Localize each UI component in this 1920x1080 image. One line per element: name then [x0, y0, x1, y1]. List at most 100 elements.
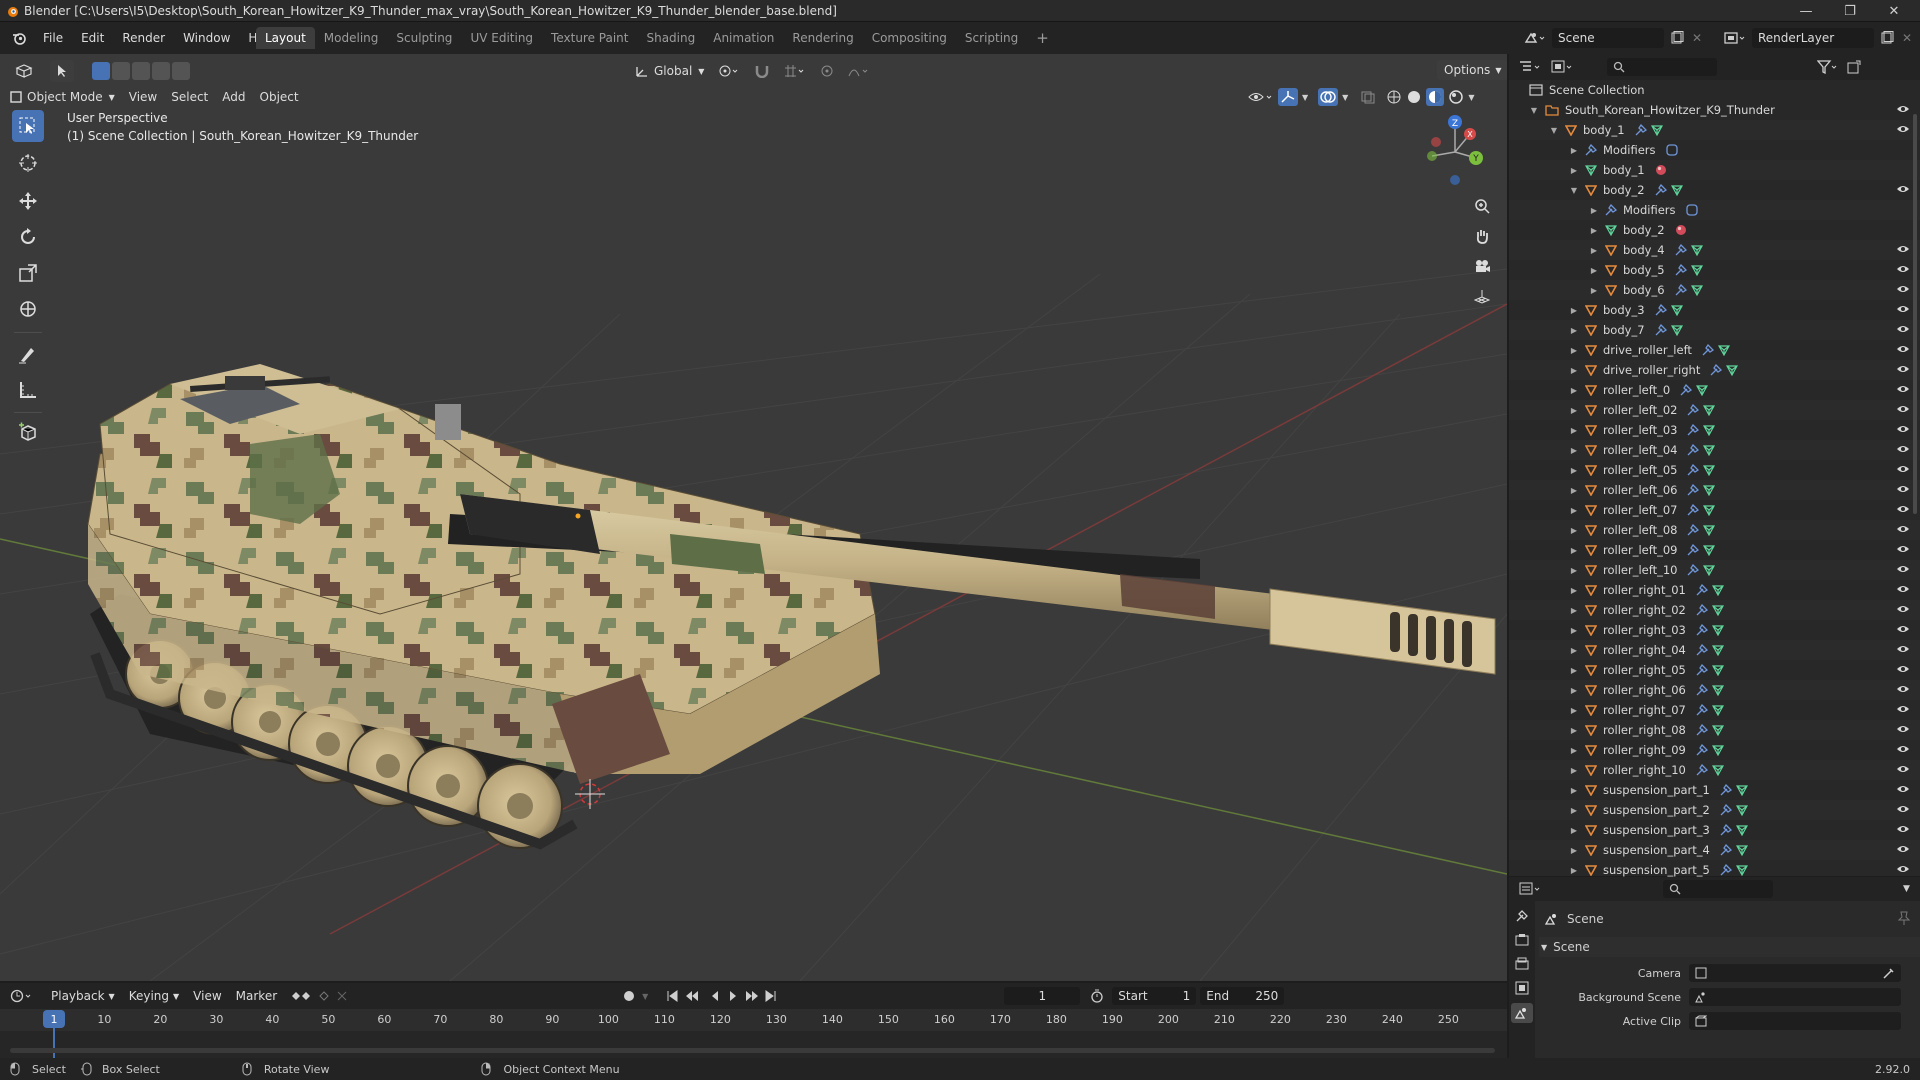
expand-right-icon[interactable]: ▶ — [1569, 326, 1579, 335]
visibility-eye-icon[interactable] — [1896, 383, 1910, 395]
modifier-type-icon[interactable] — [1665, 144, 1678, 156]
eyedropper-icon[interactable] — [1883, 967, 1895, 979]
outliner-search-input[interactable] — [1607, 58, 1717, 76]
selection-mode-group[interactable] — [92, 62, 190, 80]
mesh-data-icon[interactable] — [1703, 524, 1716, 536]
modifier-wrench-icon[interactable] — [1720, 804, 1732, 816]
modifier-wrench-icon[interactable] — [1696, 764, 1708, 776]
playhead-line[interactable] — [53, 1028, 55, 1058]
tab-uv-editing[interactable]: UV Editing — [461, 27, 542, 49]
expand-right-icon[interactable]: ▶ — [1569, 386, 1579, 395]
mesh-data-icon[interactable] — [1670, 184, 1683, 196]
outliner-row[interactable]: ▶ roller_right_07 — [1509, 700, 1920, 720]
delete-scene-icon[interactable]: ✕ — [1692, 31, 1702, 45]
mesh-data-icon[interactable] — [1703, 484, 1716, 496]
modifier-wrench-icon[interactable] — [1696, 644, 1708, 656]
new-selection-icon[interactable] — [92, 62, 110, 80]
output-tab-icon[interactable] — [1515, 957, 1535, 971]
modifier-wrench-icon[interactable] — [1687, 504, 1700, 516]
outliner-row[interactable]: ▶ body_3 — [1509, 300, 1920, 320]
modifier-wrench-icon[interactable] — [1720, 844, 1732, 856]
outliner-row[interactable]: ▶ body_7 — [1509, 320, 1920, 340]
tab-texture-paint[interactable]: Texture Paint — [542, 27, 637, 49]
render-tab-icon[interactable] — [1515, 933, 1535, 947]
menu-file[interactable]: File — [34, 22, 72, 54]
viewport-menu-select[interactable]: Select — [164, 86, 215, 108]
expand-right-icon[interactable]: ▶ — [1569, 686, 1579, 695]
timeline-menu-marker[interactable]: Marker — [229, 985, 284, 1007]
view-layer-tab-icon[interactable] — [1515, 981, 1535, 995]
scene-tab-icon[interactable] — [1511, 1003, 1533, 1023]
annotate-tool[interactable] — [12, 338, 44, 370]
new-collection-icon[interactable] — [1847, 60, 1861, 74]
scene-icon[interactable] — [1524, 31, 1552, 45]
scale-tool[interactable] — [12, 257, 44, 289]
mesh-data-icon[interactable] — [1735, 824, 1748, 836]
expand-right-icon[interactable]: ▶ — [1569, 846, 1579, 855]
expand-right-icon[interactable]: ▶ — [1569, 506, 1579, 515]
timeline-menu-playback[interactable]: Playback ▼ — [44, 985, 122, 1007]
mesh-data-icon[interactable] — [1703, 564, 1716, 576]
timeline-editor-icon[interactable] — [10, 989, 36, 1003]
modifier-wrench-icon[interactable] — [1720, 824, 1732, 836]
mesh-data-icon[interactable] — [1650, 124, 1663, 136]
xray-toggle-icon[interactable] — [1360, 90, 1376, 104]
visibility-eye-icon[interactable] — [1896, 643, 1910, 655]
start-frame-field[interactable]: Start 1 — [1112, 987, 1197, 1005]
visibility-eye-icon[interactable] — [1896, 483, 1910, 495]
outliner-row[interactable]: ▶ suspension_part_3 — [1509, 820, 1920, 840]
chevron-down-icon[interactable]: ▼ — [1903, 884, 1910, 894]
menu-edit[interactable]: Edit — [72, 22, 113, 54]
visibility-eye-icon[interactable] — [1896, 763, 1910, 775]
mesh-data-icon[interactable] — [1735, 864, 1748, 876]
visibility-eye-icon[interactable] — [1896, 563, 1910, 575]
modifier-wrench-icon[interactable] — [1655, 304, 1667, 316]
outliner-row[interactable]: ▶ roller_left_04 — [1509, 440, 1920, 460]
modifier-wrench-icon[interactable] — [1675, 244, 1687, 256]
visibility-eye-icon[interactable] — [1896, 783, 1910, 795]
expand-right-icon[interactable]: ▶ — [1569, 826, 1579, 835]
outliner-row[interactable]: ▶ roller_right_06 — [1509, 680, 1920, 700]
tab-modeling[interactable]: Modeling — [315, 27, 388, 49]
expand-right-icon[interactable]: ▶ — [1569, 146, 1579, 155]
tab-shading[interactable]: Shading — [637, 27, 704, 49]
tab-sculpting[interactable]: Sculpting — [387, 27, 461, 49]
modifier-wrench-icon[interactable] — [1696, 584, 1708, 596]
mesh-data-icon[interactable] — [1711, 624, 1724, 636]
transform-orientation-dropdown[interactable]: Global ▼ — [628, 60, 711, 82]
scene-name-field[interactable]: Scene — [1552, 28, 1664, 48]
modifier-wrench-icon[interactable] — [1710, 364, 1723, 376]
mesh-data-icon[interactable] — [1711, 604, 1724, 616]
rotate-tool[interactable] — [12, 221, 44, 253]
visibility-eye-icon[interactable] — [1896, 583, 1910, 595]
tab-rendering[interactable]: Rendering — [783, 27, 862, 49]
outliner-editor-icon[interactable] — [1519, 60, 1545, 74]
visibility-eye-icon[interactable] — [1896, 523, 1910, 535]
visibility-eye-icon[interactable] — [1896, 123, 1910, 135]
render-layer-field[interactable]: RenderLayer — [1752, 28, 1874, 48]
mesh-data-icon[interactable] — [1711, 684, 1724, 696]
extend-selection-icon[interactable] — [112, 62, 130, 80]
mesh-data-icon[interactable] — [1703, 424, 1716, 436]
visibility-eye-icon[interactable] — [1896, 843, 1910, 855]
mesh-data-icon[interactable] — [1711, 644, 1724, 656]
outliner-scrollbar[interactable] — [1913, 114, 1917, 514]
intersect-selection-icon[interactable] — [172, 62, 190, 80]
background-scene-field[interactable] — [1689, 988, 1901, 1006]
playhead-frame-badge[interactable]: 1 — [43, 1010, 65, 1028]
modifier-wrench-icon[interactable] — [1696, 744, 1708, 756]
expand-right-icon[interactable]: ▶ — [1569, 546, 1579, 555]
modifier-wrench-icon[interactable] — [1720, 864, 1732, 876]
modifier-wrench-icon[interactable] — [1696, 624, 1708, 636]
outliner-row[interactable]: ▶ roller_right_10 — [1509, 760, 1920, 780]
visibility-eye-icon[interactable] — [1896, 703, 1910, 715]
modifier-wrench-icon[interactable] — [1702, 344, 1714, 356]
playback-controls[interactable] — [666, 989, 778, 1003]
outliner-row[interactable]: ▶ roller_right_08 — [1509, 720, 1920, 740]
mesh-data-icon[interactable] — [1735, 784, 1748, 796]
viewport-options-button[interactable]: Options ▼ — [1437, 60, 1507, 80]
expand-right-icon[interactable]: ▶ — [1589, 266, 1599, 275]
pivot-point-icon[interactable] — [711, 60, 747, 82]
modifier-wrench-icon[interactable] — [1687, 544, 1700, 556]
modifier-wrench-icon[interactable] — [1655, 184, 1667, 196]
